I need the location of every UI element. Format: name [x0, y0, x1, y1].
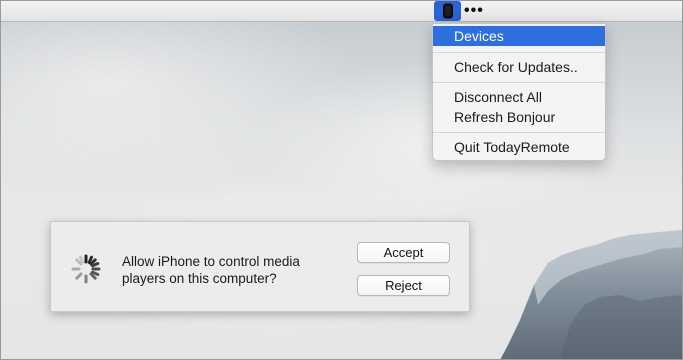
- dialog-message: Allow iPhone to control media players on…: [122, 254, 300, 286]
- menu-separator: [433, 82, 605, 83]
- status-dropdown-menu: Devices Check for Updates.. Disconnect A…: [432, 23, 606, 161]
- permission-dialog: Allow iPhone to control media players on…: [50, 221, 470, 312]
- menu-item-check-for-updates[interactable]: Check for Updates..: [433, 57, 605, 77]
- reject-button[interactable]: Reject: [357, 275, 450, 296]
- menu-item-refresh-bonjour[interactable]: Refresh Bonjour: [433, 107, 605, 127]
- menu-bar: •••: [0, 0, 683, 22]
- accept-button[interactable]: Accept: [357, 242, 450, 263]
- menu-item-disconnect-all[interactable]: Disconnect All: [433, 87, 605, 107]
- menu-item-devices[interactable]: Devices: [433, 26, 605, 46]
- menu-separator: [433, 52, 605, 53]
- todayremote-status-item[interactable]: [434, 1, 461, 21]
- menu-separator: [433, 132, 605, 133]
- wallpaper-mountain: [500, 230, 683, 360]
- menu-item-quit[interactable]: Quit TodayRemote: [433, 137, 605, 157]
- loading-spinner-icon: [71, 254, 101, 284]
- phone-icon: [442, 3, 453, 19]
- ellipsis-icon[interactable]: •••: [464, 3, 484, 19]
